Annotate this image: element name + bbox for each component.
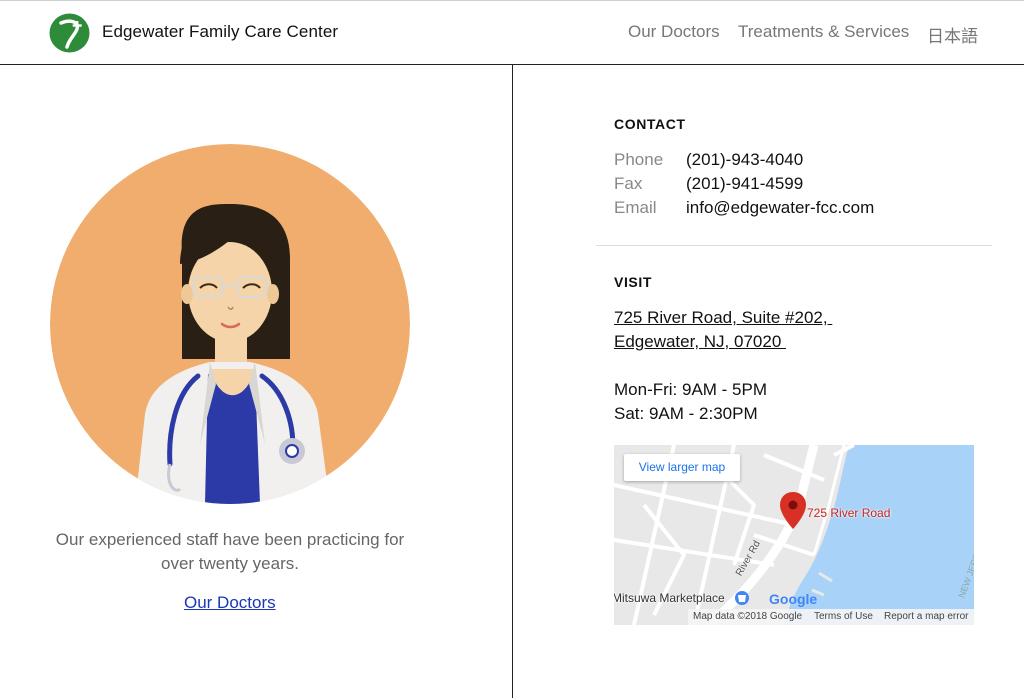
phone-value[interactable]: (201)-943-4040: [686, 150, 803, 170]
nav-treatments-services[interactable]: Treatments & Services: [738, 22, 909, 42]
brand-name[interactable]: Edgewater Family Care Center: [102, 22, 338, 42]
google-logo-text: Google: [769, 591, 818, 607]
view-larger-map-button[interactable]: View larger map: [624, 454, 740, 481]
doctor-illustration: [50, 144, 410, 504]
clinic-logo-icon[interactable]: [49, 13, 90, 53]
nav-our-doctors[interactable]: Our Doctors: [628, 22, 720, 42]
tagline-line-2: over twenty years.: [161, 554, 299, 573]
contact-heading: CONTACT: [614, 116, 686, 132]
location-map[interactable]: View larger map 725 River Road River Rd …: [614, 445, 974, 625]
section-divider: [596, 245, 992, 246]
hours-saturday: Sat: 9AM - 2:30PM: [614, 404, 758, 423]
address-link-line-1[interactable]: 725 River Road, Suite #202,: [614, 308, 832, 328]
map-terms-link[interactable]: Terms of Use: [814, 609, 873, 625]
fax-value: (201)-941-4599: [686, 174, 804, 193]
email-label: Email: [614, 198, 657, 217]
map-data-credit: Map data ©2018 Google: [693, 611, 803, 622]
address-link-line-2[interactable]: Edgewater, NJ, 07020: [614, 332, 786, 352]
fax-label: Fax: [614, 174, 643, 193]
visit-heading: VISIT: [614, 274, 653, 290]
hours-weekdays: Mon-Fri: 9AM - 5PM: [614, 380, 768, 399]
email-value[interactable]: info@edgewater-fcc.com: [686, 198, 874, 218]
site-header: Edgewater Family Care Center Our Doctors…: [0, 0, 1024, 65]
tagline-line-1: Our experienced staff have been practici…: [55, 530, 405, 549]
poi-mitsuwa-marketplace[interactable]: Mitsuwa Marketplace: [614, 591, 725, 605]
staff-tagline: Our experienced staff have been practici…: [30, 528, 430, 576]
map-pin-label: 725 River Road: [807, 506, 891, 520]
map-footer: Map data ©2018 Google Terms of Use Repor…: [688, 609, 974, 625]
map-report-error-link[interactable]: Report a map error: [884, 609, 968, 625]
nav-language-japanese[interactable]: 日本語: [927, 22, 978, 47]
phone-label: Phone: [614, 150, 664, 169]
our-doctors-link[interactable]: Our Doctors: [184, 593, 276, 613]
google-logo: Google: [769, 591, 817, 607]
column-divider: [512, 65, 513, 698]
